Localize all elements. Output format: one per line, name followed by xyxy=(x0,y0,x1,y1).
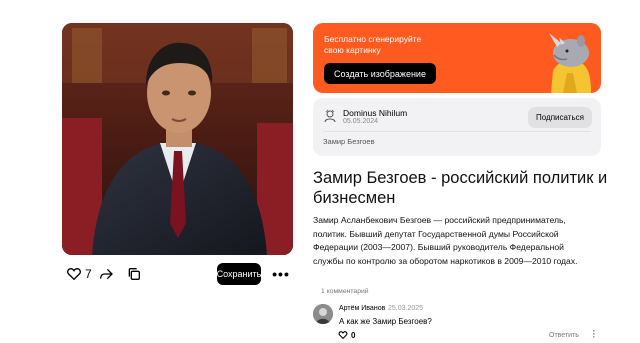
article-body-line1: Замир Асланбекович Безгоев — российский … xyxy=(313,215,566,225)
copy-button[interactable] xyxy=(126,262,142,286)
comment-like-button[interactable]: 0 xyxy=(338,330,355,340)
heart-icon xyxy=(67,267,81,281)
post-tag[interactable]: Замир Безгоев xyxy=(323,137,375,146)
reply-button[interactable]: Ответить xyxy=(549,332,579,339)
article-body-line2: политик. Бывший депутат Государственной … xyxy=(313,228,559,239)
more-options-button[interactable]: ••• xyxy=(272,264,290,284)
post-image[interactable] xyxy=(62,23,293,255)
save-button[interactable]: Сохранить xyxy=(217,263,261,285)
post-actions: 7 Сохранить ••• xyxy=(62,262,293,286)
share-icon xyxy=(100,268,113,280)
post-date: 05.05.2024 xyxy=(343,118,379,125)
promo-text: Бесплатно сгенерируйте свою картинку xyxy=(324,34,464,56)
article-title-line1: Замир Безгоев - российский политик и xyxy=(313,169,608,187)
author-card: Dominus Nihilum 05.05.2024 Подписаться З… xyxy=(313,98,601,156)
promo-text-line1: Бесплатно сгенерируйте xyxy=(324,34,422,44)
comment-text: А как же Замир Безгоев? xyxy=(339,317,432,326)
share-button[interactable] xyxy=(98,262,114,286)
comment-like-count: 0 xyxy=(351,330,356,340)
copy-icon xyxy=(128,268,140,280)
comments-count: 1 комментарий xyxy=(321,288,369,295)
article-body-line3: Федерации (2003—2007). Бывший руководите… xyxy=(313,242,564,252)
article-title-line2: бизнесмен xyxy=(313,189,396,207)
promo-text-line2: свою картинку xyxy=(324,45,381,55)
comment-more-icon[interactable]: · · · xyxy=(590,327,598,342)
rhino-mascot-icon xyxy=(549,33,591,93)
like-button[interactable]: 7 xyxy=(66,262,92,286)
author-avatar-icon[interactable] xyxy=(323,109,337,123)
like-count: 7 xyxy=(85,267,92,281)
article-title: Замир Безгоев - российский политик и биз… xyxy=(313,168,613,208)
comment-date: 25.03.2025 xyxy=(388,305,424,312)
create-image-button[interactable]: Создать изображение xyxy=(324,63,436,84)
divider xyxy=(323,131,591,132)
subscribe-button[interactable]: Подписаться xyxy=(528,107,592,128)
commenter-avatar[interactable] xyxy=(313,304,333,324)
heart-icon xyxy=(338,331,348,340)
article-body-line4: службы по контролю за оборотом наркотико… xyxy=(313,255,578,266)
author-name[interactable]: Dominus Nihilum xyxy=(343,108,407,118)
comment-author[interactable]: Артём Иванов xyxy=(339,305,385,312)
promo-banner: Бесплатно сгенерируйте свою картинку Соз… xyxy=(313,23,601,93)
article-body: Замир Асланбекович Безгоев — российский … xyxy=(313,214,608,268)
